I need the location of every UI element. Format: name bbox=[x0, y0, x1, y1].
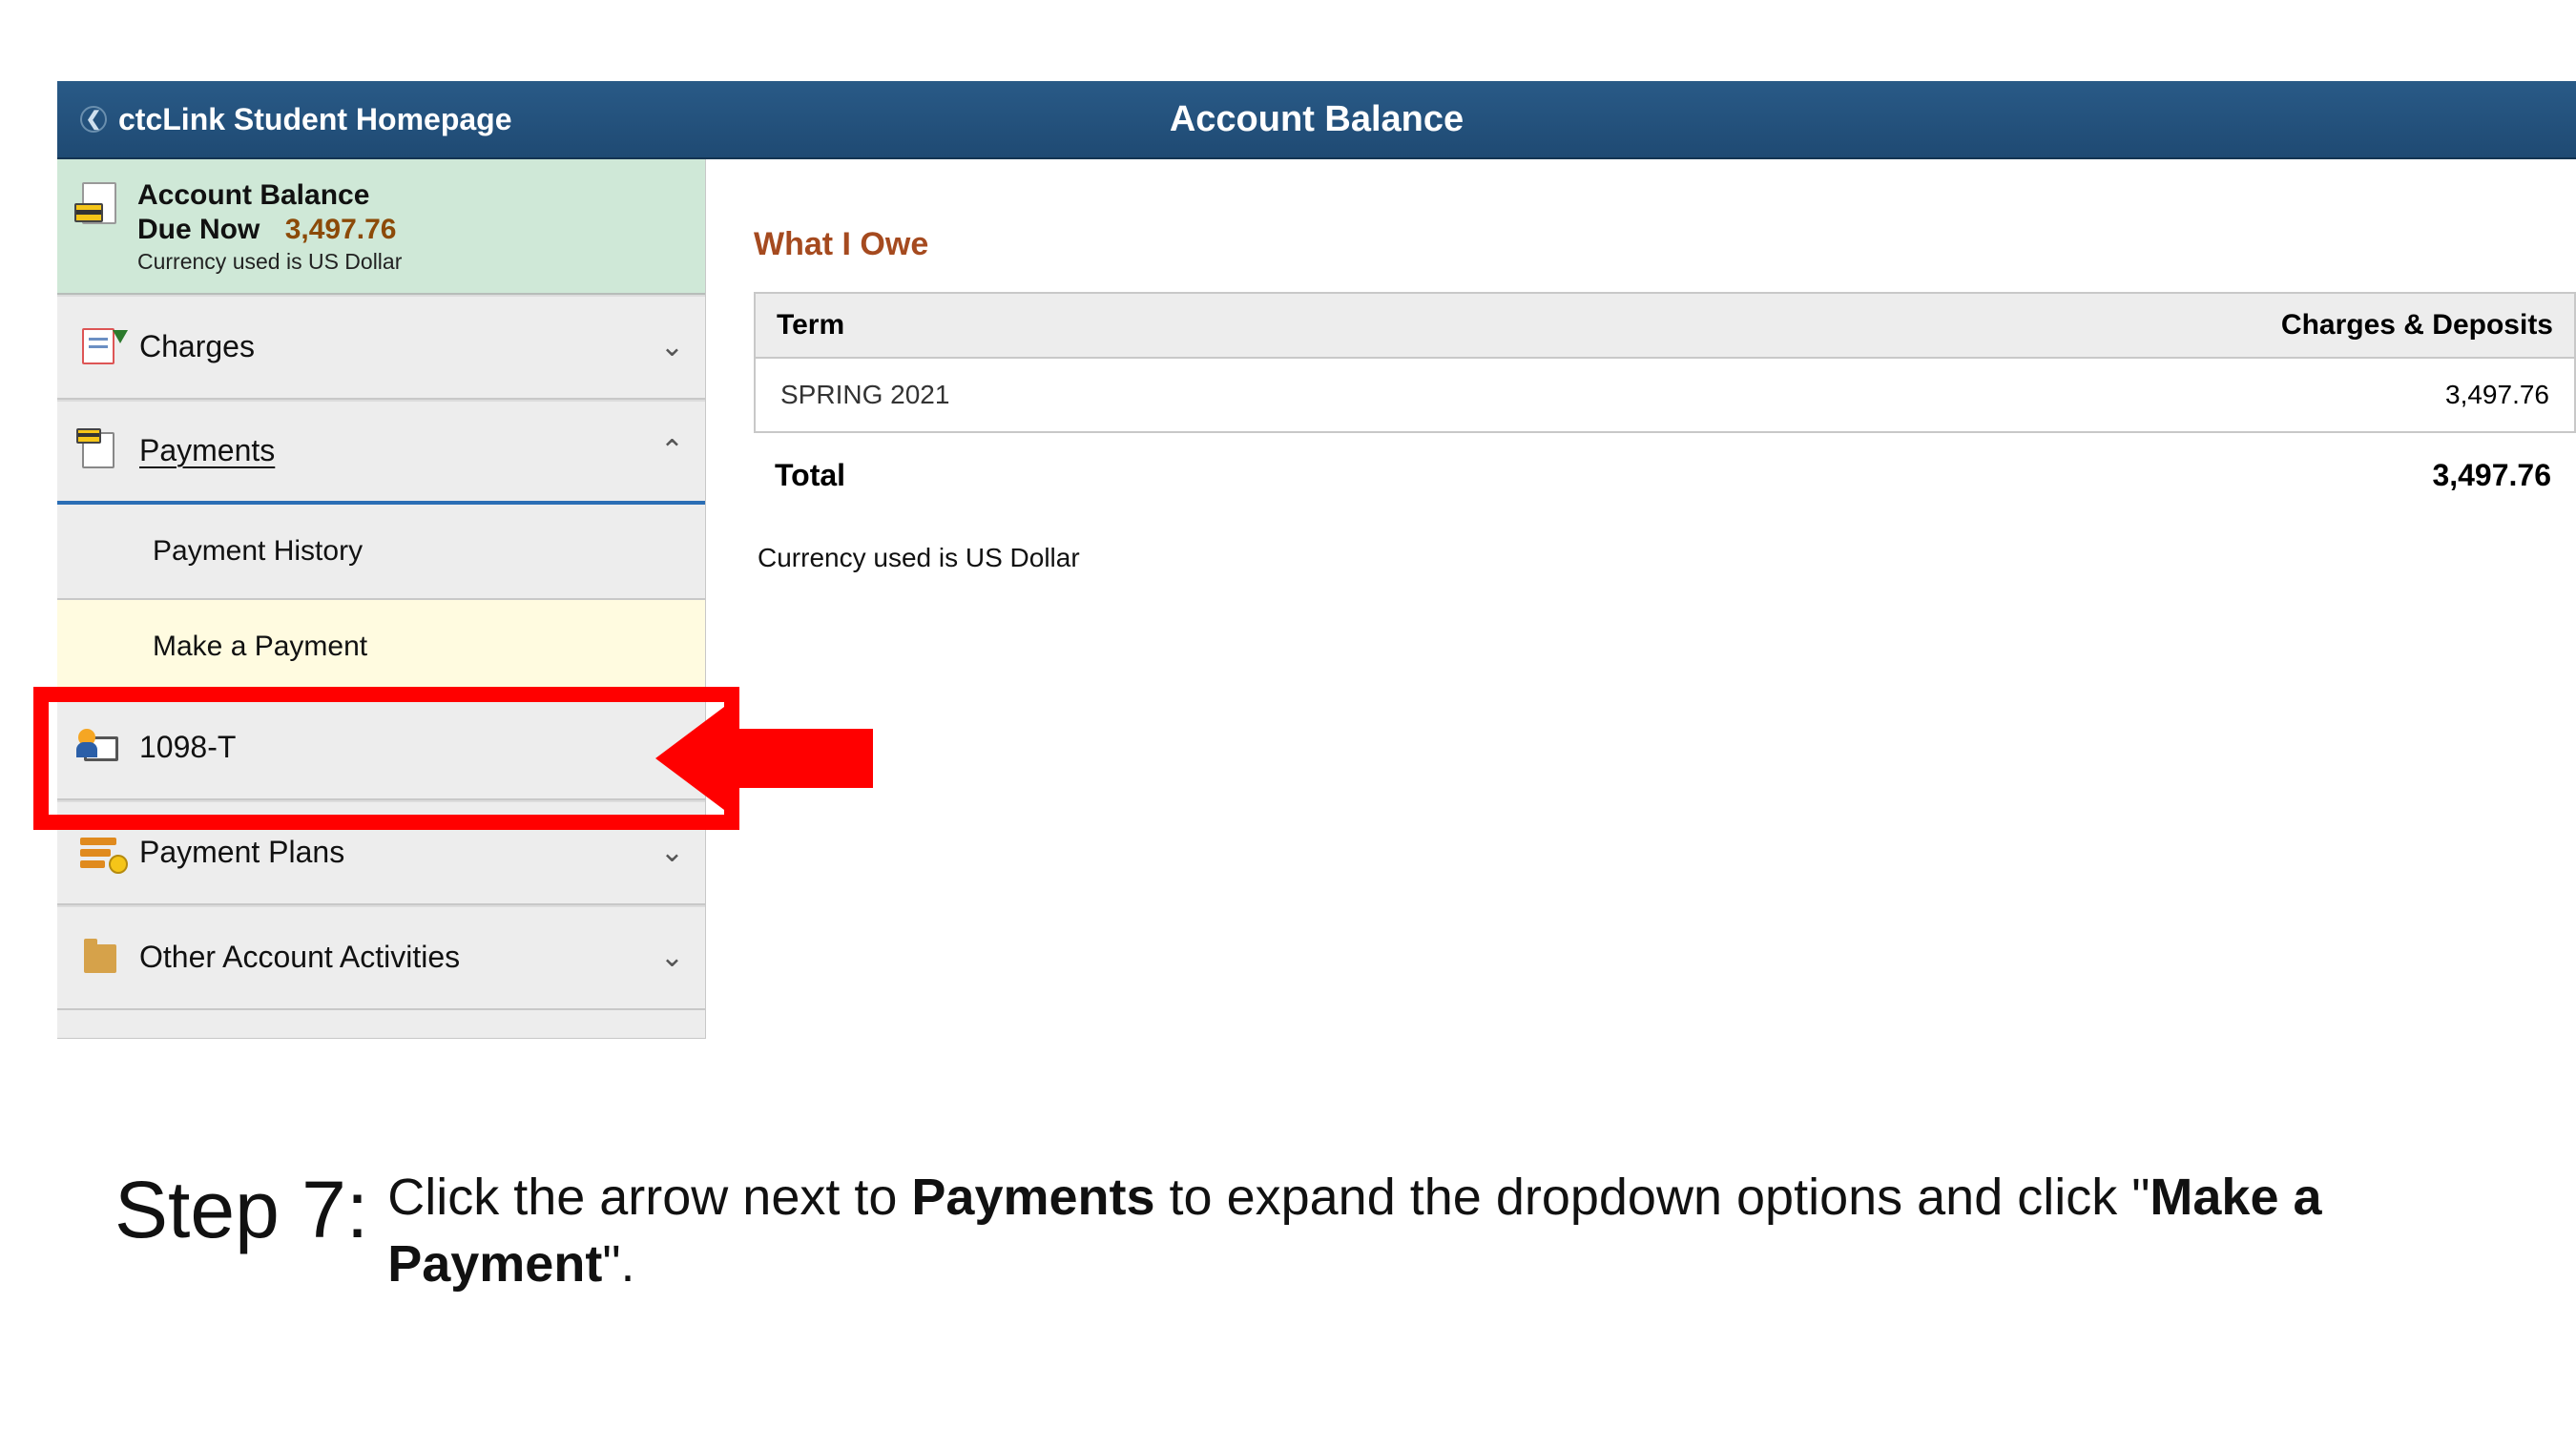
sidebar-item-payments[interactable]: Payments ⌃ bbox=[57, 400, 705, 505]
balance-title: Account Balance bbox=[137, 178, 402, 213]
charges-icon bbox=[78, 328, 126, 366]
table-header: Term Charges & Deposits bbox=[754, 292, 2576, 359]
sidebar-item-other-activities[interactable]: Other Account Activities ⌄ bbox=[57, 905, 705, 1010]
chevron-down-icon: ⌄ bbox=[660, 941, 684, 974]
balance-due-amount: 3,497.76 bbox=[285, 214, 397, 245]
back-link[interactable]: ❮ ctcLink Student Homepage bbox=[57, 102, 512, 137]
sidebar-item-charges[interactable]: Charges ⌄ bbox=[57, 295, 705, 400]
sidebar-item-label: Payment Plans bbox=[139, 835, 660, 870]
header-bar: ❮ ctcLink Student Homepage Account Balan… bbox=[57, 81, 2576, 159]
instruction-text: Step 7: Click the arrow next to Payments… bbox=[114, 1164, 2366, 1297]
section-title: What I Owe bbox=[754, 226, 2576, 263]
chevron-down-icon: ⌄ bbox=[660, 330, 684, 363]
sidebar-item-payment-plans[interactable]: Payment Plans ⌄ bbox=[57, 800, 705, 905]
cell-term: SPRING 2021 bbox=[756, 359, 2173, 431]
step-body: Click the arrow next to Payments to expa… bbox=[387, 1164, 2366, 1297]
sidebar-subitem-payment-history[interactable]: Payment History bbox=[57, 505, 705, 600]
cell-amount: 3,497.76 bbox=[2173, 359, 2574, 431]
total-amount: 3,497.76 bbox=[2175, 458, 2576, 493]
sidebar-item-label: 1098-T bbox=[139, 730, 660, 765]
back-link-label: ctcLink Student Homepage bbox=[118, 102, 512, 137]
chevron-down-icon: ⌄ bbox=[660, 731, 684, 764]
step-label: Step 7: bbox=[114, 1164, 368, 1250]
total-label: Total bbox=[754, 458, 2175, 493]
balance-currency-note: Currency used is US Dollar bbox=[137, 249, 402, 276]
currency-note: Currency used is US Dollar bbox=[754, 543, 2576, 573]
table-row: SPRING 2021 3,497.76 bbox=[754, 359, 2576, 433]
account-balance-icon bbox=[74, 182, 120, 228]
body-row: Account Balance Due Now 3,497.76 Currenc… bbox=[57, 159, 2576, 1039]
folder-icon bbox=[78, 939, 126, 977]
1098t-icon bbox=[78, 729, 126, 767]
app-screenshot: ❮ ctcLink Student Homepage Account Balan… bbox=[57, 81, 2576, 1039]
main-content: What I Owe Term Charges & Deposits SPRIN… bbox=[706, 159, 2576, 1039]
sidebar: Account Balance Due Now 3,497.76 Currenc… bbox=[57, 159, 706, 1039]
balance-card: Account Balance Due Now 3,497.76 Currenc… bbox=[57, 159, 705, 295]
balance-due-label: Due Now bbox=[137, 214, 260, 245]
sidebar-subitem-make-payment[interactable]: Make a Payment bbox=[57, 600, 705, 695]
column-header-charges: Charges & Deposits bbox=[2173, 294, 2574, 357]
payment-plans-icon bbox=[78, 834, 126, 872]
sidebar-item-label: Other Account Activities bbox=[139, 940, 660, 975]
payments-icon bbox=[78, 432, 126, 470]
chevron-down-icon: ⌄ bbox=[660, 836, 684, 869]
sidebar-spacer bbox=[57, 1010, 705, 1039]
column-header-term: Term bbox=[756, 294, 2173, 357]
sidebar-item-label: Payments bbox=[139, 433, 660, 468]
sidebar-item-label: Payment History bbox=[153, 535, 363, 568]
owe-table: Term Charges & Deposits SPRING 2021 3,49… bbox=[754, 292, 2576, 493]
chevron-left-icon: ❮ bbox=[80, 106, 107, 133]
table-total-row: Total 3,497.76 bbox=[754, 433, 2576, 493]
sidebar-item-label: Charges bbox=[139, 329, 660, 364]
chevron-up-icon: ⌃ bbox=[660, 434, 684, 467]
sidebar-item-label: Make a Payment bbox=[153, 631, 367, 663]
payments-submenu: Payment History Make a Payment bbox=[57, 505, 705, 695]
sidebar-item-1098t[interactable]: 1098-T ⌄ bbox=[57, 695, 705, 800]
